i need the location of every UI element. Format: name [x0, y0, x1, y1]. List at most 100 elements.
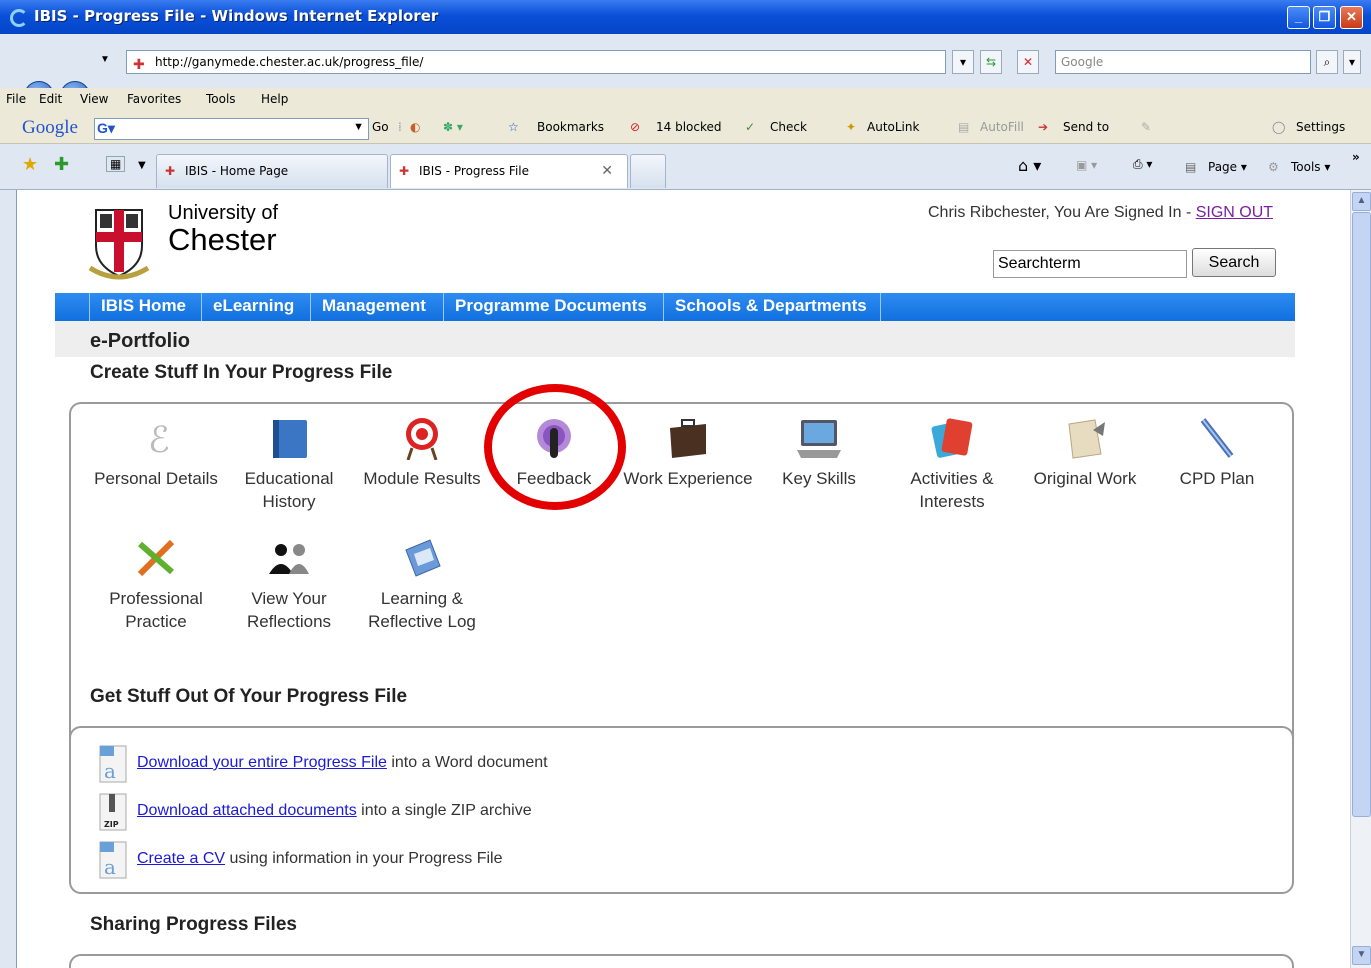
menu-favorites[interactable]: Favorites [127, 92, 181, 106]
site-search-input[interactable]: Searchterm [993, 250, 1187, 278]
search-options-button[interactable]: ▾ [1343, 50, 1361, 74]
url-dropdown-button[interactable]: ▾ [952, 50, 974, 74]
google-go-button[interactable]: Go [372, 120, 389, 134]
menu-help[interactable]: Help [261, 92, 288, 106]
new-tab-button[interactable] [630, 154, 666, 188]
university-name-line2: Chester [168, 222, 277, 257]
nav-elearning[interactable]: eLearning [201, 293, 305, 321]
tab-list-dropdown-icon[interactable]: ▼ [138, 160, 146, 171]
tab-home-page[interactable]: ✚ IBIS - Home Page [156, 154, 388, 188]
item-label-line1: Educational [244, 469, 334, 488]
professional-practice-item[interactable]: Professional Practice [90, 536, 222, 633]
print-icon[interactable]: ⎙ ▾ [1133, 157, 1152, 172]
feeds-icon[interactable]: ▣ ▾ [1076, 158, 1097, 172]
favorites-star-icon[interactable]: ★ [22, 154, 38, 175]
send-to-button[interactable]: Send to [1063, 120, 1109, 134]
page-menu-label: Page [1208, 160, 1238, 174]
nav-schools-departments[interactable]: Schools & Departments [663, 293, 878, 321]
item-label-line2: History [262, 492, 316, 511]
close-button[interactable]: ✕ [1340, 6, 1363, 29]
autolink-button[interactable]: AutoLink [867, 120, 919, 134]
menu-edit[interactable]: Edit [39, 92, 62, 106]
menu-file[interactable]: File [6, 92, 26, 106]
vertical-scrollbar[interactable]: ▲ ▼ [1350, 190, 1371, 968]
page-title: e-Portfolio [90, 330, 190, 352]
google-toolbar-search-input[interactable]: G▾ ▼ [94, 118, 369, 140]
puzzle-icon[interactable]: ✽ ▾ [443, 120, 463, 134]
briefcase-icon [670, 419, 706, 458]
personal-details-item[interactable]: ℰ Personal Details [86, 416, 226, 490]
search-input[interactable]: Google [1055, 50, 1311, 74]
refresh-button[interactable]: ⇆ [980, 50, 1002, 74]
scrollbar-thumb[interactable] [1352, 212, 1371, 817]
close-tab-icon[interactable]: ✕ [601, 155, 613, 187]
gear-icon: ⚙ [1268, 160, 1279, 174]
item-label: Learning & Reflective Log [352, 587, 492, 633]
url-input[interactable]: ✚ http://ganymede.chester.ac.uk/progress… [126, 50, 946, 74]
educational-history-item[interactable]: Educational History [226, 416, 352, 513]
sign-out-link[interactable]: SIGN OUT [1196, 204, 1273, 221]
create-cv-text: Create a CV using information in your Pr… [137, 850, 503, 868]
download-progress-file-link[interactable]: Download your entire Progress File [137, 754, 387, 771]
page-menu-button[interactable]: Page ▾ [1208, 160, 1247, 174]
site-search-button[interactable]: Search [1192, 248, 1276, 277]
sharing-box [69, 954, 1294, 968]
nav-management[interactable]: Management [310, 293, 437, 321]
work-experience-item[interactable]: Work Experience [612, 416, 764, 490]
scroll-down-arrow-icon[interactable]: ▼ [1352, 946, 1371, 965]
university-crest-icon [88, 209, 150, 280]
address-bar-row: ← → ▼ ✚ http://ganymede.chester.ac.uk/pr… [0, 34, 1371, 111]
item-label-line1: View Your [251, 589, 327, 608]
autofill-button[interactable]: AutoFill [980, 120, 1024, 134]
activities-interests-item[interactable]: Activities & Interests [882, 416, 1022, 513]
tools-menu-button[interactable]: Tools ▾ [1291, 160, 1330, 174]
check-button[interactable]: Check [770, 120, 807, 134]
item-label: Activities & Interests [882, 467, 1022, 513]
word-doc-icon: a [99, 745, 127, 783]
maximize-button[interactable]: ❐ [1313, 6, 1336, 29]
site-favicon-icon: ✚ [165, 164, 176, 178]
tab-label: IBIS - Home Page [185, 164, 289, 178]
google-toolbar: Google G▾ ▼ Go ⁞ ◐ ✽ ▾ ☆ Bookmarks ⊘ 14 … [0, 112, 1371, 144]
home-icon[interactable]: ⌂ ▾ [1018, 156, 1041, 175]
scroll-up-arrow-icon[interactable]: ▲ [1352, 192, 1371, 211]
toolbar-overflow-icon[interactable]: » [1352, 150, 1360, 164]
create-cv-link[interactable]: Create a CV [137, 850, 225, 867]
menu-bar: File Edit View Favorites Tools Help [0, 88, 1371, 112]
add-favorite-icon[interactable]: ✚ [54, 154, 69, 175]
nav-ibis-home[interactable]: IBIS Home [89, 293, 197, 321]
quick-tabs-icon[interactable]: ▦ [106, 156, 126, 172]
tab-bar: ★ ✚ ▦ ▼ ✚ IBIS - Home Page ✚ IBIS - Prog… [0, 144, 1371, 190]
cpd-plan-item[interactable]: CPD Plan [1160, 416, 1274, 490]
tab-label: IBIS - Progress File [419, 164, 529, 178]
target-icon [406, 418, 438, 461]
original-work-item[interactable]: Original Work [1020, 416, 1150, 490]
bookmarks-star-icon: ☆ [508, 120, 519, 134]
menu-tools[interactable]: Tools [206, 92, 236, 106]
download-attachments-link[interactable]: Download attached documents [137, 802, 357, 819]
word-doc-icon: a [99, 841, 127, 879]
pagerank-icon[interactable]: ◐ [410, 120, 420, 134]
module-results-item[interactable]: Module Results [352, 416, 492, 490]
stop-button[interactable]: ✕ [1017, 50, 1039, 74]
tools-icon [137, 539, 175, 577]
popup-blocked-button[interactable]: 14 blocked [656, 120, 722, 134]
tickets-icon [931, 418, 973, 458]
download-progress-file-rest: into a Word document [386, 754, 548, 771]
bookmarks-button[interactable]: Bookmarks [537, 120, 604, 134]
learning-reflective-log-item[interactable]: Learning & Reflective Log [352, 536, 492, 633]
google-logo: Google [22, 117, 78, 138]
highlight-pen-icon[interactable]: ✎ [1141, 120, 1151, 134]
tab-progress-file[interactable]: ✚ IBIS - Progress File ✕ [390, 154, 628, 188]
search-icon[interactable]: ⌕ [1316, 50, 1338, 74]
view-reflections-item[interactable]: View Your Reflections [230, 536, 348, 633]
minimize-button[interactable]: _ [1287, 6, 1310, 29]
history-dropdown-icon[interactable]: ▼ [100, 54, 110, 65]
signed-in-text: Chris Ribchester, You Are Signed In - [928, 204, 1196, 221]
settings-radio-icon: ◯ [1272, 120, 1286, 134]
key-skills-item[interactable]: Key Skills [764, 416, 874, 490]
autolink-wand-icon: ✦ [846, 120, 857, 134]
settings-button[interactable]: Settings [1296, 120, 1345, 134]
nav-programme-documents[interactable]: Programme Documents [443, 293, 658, 321]
menu-view[interactable]: View [80, 92, 108, 106]
